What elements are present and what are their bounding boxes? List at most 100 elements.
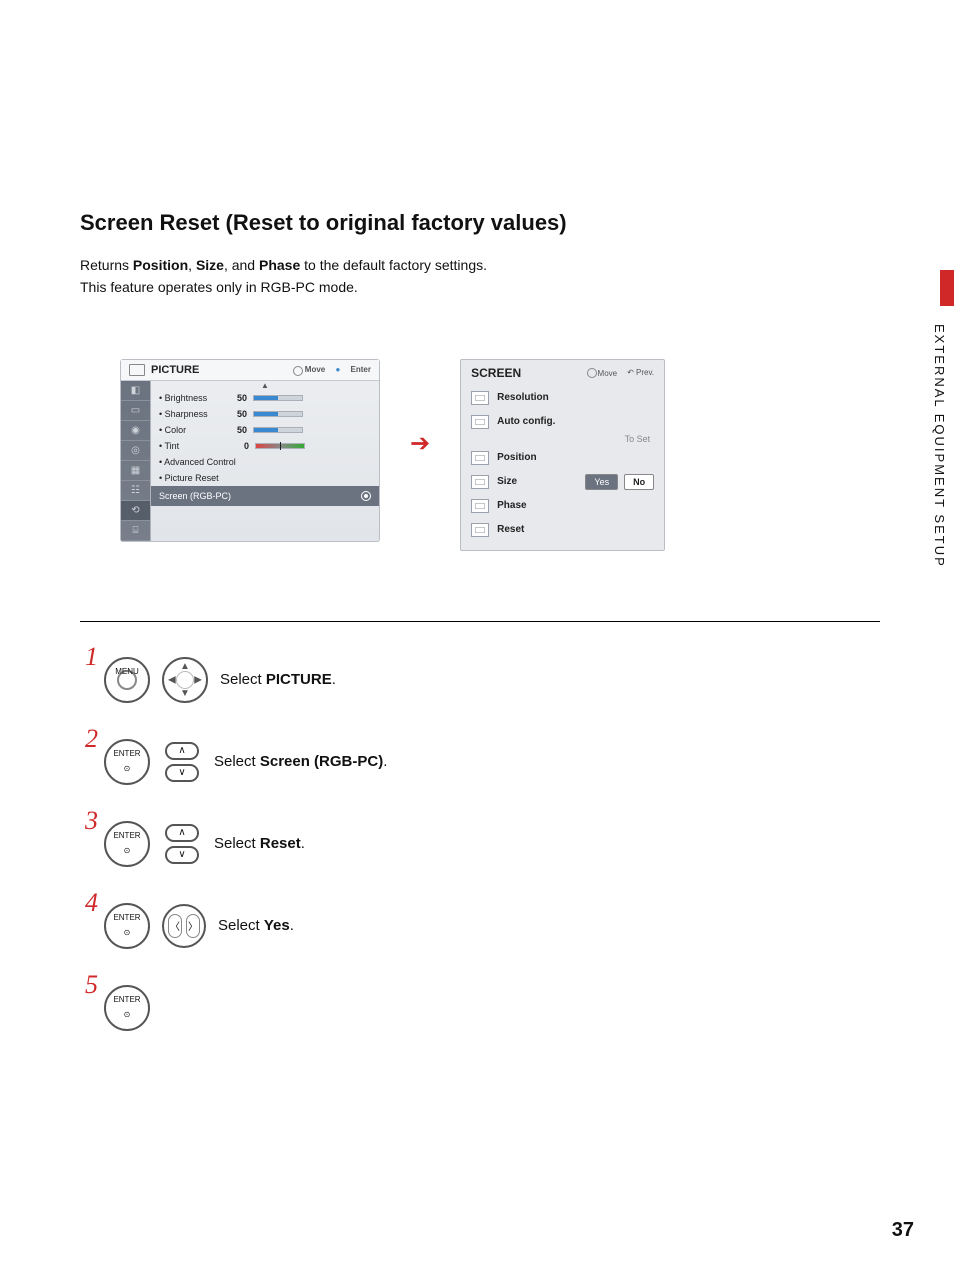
step-bold: Yes [264,917,290,934]
step-post: . [290,917,294,934]
bar-icon [253,411,303,417]
intro-prefix: Returns [80,257,133,273]
step-text: Select PICTURE. [220,671,336,688]
screen-osd-title: SCREEN [471,366,521,380]
osd-row: • Brightness50 [151,390,379,406]
step-pre: Select [214,835,260,852]
osd-selected-label: Screen (RGB-PC) [159,491,231,501]
step-number: 1 [80,642,98,672]
page-title: Screen Reset (Reset to original factory … [80,210,880,236]
side-icon: ☷ [121,481,150,501]
step-post: . [301,835,305,852]
osd-side-icons: ◧ ▭ ◉ ◎ ▦ ☷ ⟲ ⌸ [121,381,151,541]
dpad-icon: ▲▼◀▶ [162,657,208,703]
screen-item-label: Auto config. [497,416,555,427]
side-icon: ◉ [121,421,150,441]
step-bold: Reset [260,835,301,852]
screen-item-label: Resolution [497,392,549,403]
no-button: No [624,474,654,490]
step-post: . [383,753,387,770]
screen-hint-move: Move [598,369,618,378]
button-label: ENTER [113,995,140,1004]
item-icon [471,451,489,465]
scroll-up-indicator: ▲ [151,381,379,390]
move-icon [587,368,595,376]
enter-dot-icon [361,491,371,501]
item-icon [471,475,489,489]
intro-line2: This feature operates only in RGB-PC mod… [80,279,358,295]
intro-sep1: , [188,257,196,273]
page-content: Screen Reset (Reset to original factory … [80,210,880,1062]
updown-icon: ∧∨ [162,824,202,864]
osd-hint-move: Move [305,365,325,374]
osd-row-label: • Picture Reset [159,473,219,483]
page-number: 37 [892,1219,914,1242]
yes-button: Yes [585,474,618,490]
osd-row: • Color 50 [151,422,379,438]
side-icon: ▦ [121,461,150,481]
bar-icon [253,395,303,401]
screen-item: Auto config. [461,410,664,434]
intro-suffix: to the default factory settings. [300,257,487,273]
step-3: 3 ENTER⊙ ∧∨ Select Reset. [80,816,880,872]
to-set-label: To Set [461,434,664,446]
step-pre: Select [214,753,260,770]
side-tab-marker [940,270,954,306]
button-label: ENTER [113,749,140,758]
button-label: ENTER [113,913,140,922]
picture-osd-header: PICTURE Move ● Enter [121,360,379,381]
step-1: 1 MENU ▲▼◀▶ Select PICTURE. [80,652,880,708]
picture-osd-title: PICTURE [151,364,199,376]
side-tab: EXTERNAL EQUIPMENT SETUP [910,270,954,568]
button-label: ENTER [113,831,140,840]
step-number: 4 [80,888,98,918]
step-text: Select Screen (RGB-PC). [214,753,387,770]
step-text: Select Yes. [218,917,294,934]
screen-hint-prev: Prev. [636,368,654,377]
screen-item: Phase [461,494,664,518]
screen-item-label: Position [497,452,536,463]
side-icon: ⌸ [121,521,150,541]
osd-row: • Advanced Control [151,454,379,470]
side-icon: ◎ [121,441,150,461]
osd-hint-enter: Enter [351,365,371,374]
item-icon [471,391,489,405]
step-post: . [332,671,336,688]
tint-bar-icon [255,443,305,449]
side-tab-label: EXTERNAL EQUIPMENT SETUP [932,324,947,568]
step-pre: Select [220,671,266,688]
intro-sep2: , and [224,257,259,273]
leftright-icon: 〈〉 [162,904,206,948]
enter-button-icon: ENTER⊙ [104,903,150,949]
menu-button-icon: MENU [104,657,150,703]
enter-button-icon: ENTER⊙ [104,985,150,1031]
step-number: 3 [80,806,98,836]
screen-item: Resolution [461,386,664,410]
tv-icon [129,364,145,376]
bar-icon [253,427,303,433]
move-icon [293,366,301,374]
osd-row-value: 50 [237,409,247,419]
screen-item: Reset [461,518,664,542]
step-number: 5 [80,970,98,1000]
osd-row: • Tint0 [151,438,379,454]
side-icon: ◧ [121,381,150,401]
item-icon [471,415,489,429]
step-5: 5 ENTER⊙ [80,980,880,1036]
osd-row-value: 50 [237,425,247,435]
step-text: Select Reset. [214,835,305,852]
item-icon [471,523,489,537]
step-number: 2 [80,724,98,754]
step-4: 4 ENTER⊙ 〈〉 Select Yes. [80,898,880,954]
osd-row-label: • Color [159,425,231,435]
osd-panels: PICTURE Move ● Enter ◧ ▭ ◉ ◎ ▦ ☷ ⟲ ⌸ ▲ •… [80,359,880,551]
osd-row: • Sharpness50 [151,406,379,422]
step-bold: PICTURE [266,671,332,688]
screen-osd: SCREEN Move↶ Prev. Resolution Auto confi… [460,359,665,551]
item-icon [471,499,489,513]
screen-item-label: Phase [497,500,526,511]
osd-row-value: 0 [237,441,249,451]
osd-row-value: 50 [237,393,247,403]
separator [80,621,880,622]
updown-icon: ∧∨ [162,742,202,782]
